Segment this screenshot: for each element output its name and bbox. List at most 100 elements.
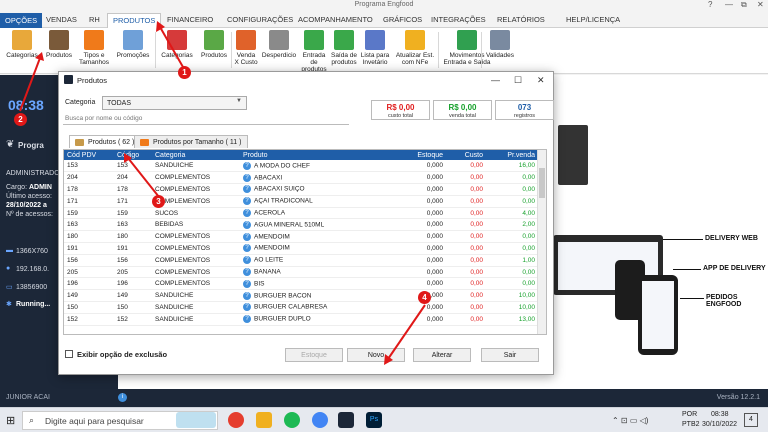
ribbon-desperdicio-button[interactable]: Desperdicio	[260, 30, 298, 59]
sair-button[interactable]: Sair	[481, 348, 539, 362]
menu-tab-acompanhamento[interactable]: ACOMPANHAMENTO	[298, 15, 373, 24]
novo-button[interactable]: Novo	[347, 348, 405, 362]
windows-start-icon[interactable]: ⊞	[6, 414, 15, 427]
taskbar-spotify-icon[interactable]	[284, 412, 300, 428]
table-row[interactable]: 159 159 SUCOS? ACEROLA 0,000 0,00 4,00	[64, 207, 538, 220]
table-row[interactable]: 180 180 COMPLEMENTOS? AMENDOIM 0,000 0,00 0,00	[64, 230, 538, 244]
menu-tab-integracoes[interactable]: INTEGRAÇÕES	[431, 15, 486, 24]
minimize-icon[interactable]: —	[725, 0, 733, 9]
restore-icon[interactable]: ⧉	[741, 0, 747, 10]
acessos-label: Nº de acessos:	[6, 211, 53, 218]
ribbon-categorias-button[interactable]: Categorias	[3, 30, 41, 59]
menu-tab-help-licenca[interactable]: HELP/LICENÇA	[566, 15, 620, 24]
tab-produtos-tamanho[interactable]: Produtos por Tamanho ( 11 )	[134, 135, 249, 148]
table-row[interactable]: 171 171 COMPLEMENTOS? AÇAI TRADICONAL 0,000 0…	[64, 195, 538, 208]
ribbon-promocoes-button[interactable]: Promoções	[113, 30, 153, 59]
ribbon-venda-custo-button[interactable]: Venda X Custo	[233, 30, 259, 66]
table-row[interactable]: 149 149 SANDUICHE? BURGUER BACON 0,000 0,00 10…	[64, 289, 538, 303]
col-header-categoria[interactable]: Categoria	[152, 150, 240, 160]
grocery-icon	[204, 30, 224, 50]
menu-tab-vendas[interactable]: VENDAS	[46, 15, 77, 24]
promo-delivery-web: DELIVERY WEB	[705, 235, 758, 242]
col-header-pr-venda[interactable]: Pr.venda	[486, 150, 538, 160]
table-row[interactable]: 156 156 COMPLEMENTOS? AO LEITE 0,000 0,00 1,00	[64, 254, 538, 267]
table-row[interactable]: 205 205 COMPLEMENTOS? BANANA 0,000 0,00 0,00	[64, 266, 538, 279]
col-header-codigo[interactable]: Código	[114, 150, 152, 160]
table-scrollbar[interactable]	[537, 150, 546, 334]
sizes-icon	[140, 139, 149, 146]
dialog-maximize-icon[interactable]: ☐	[514, 75, 522, 86]
taskbar-photoshop-icon[interactable]: Ps	[366, 412, 382, 428]
cell-custo: 0,00	[446, 195, 486, 208]
menu-tab-rh[interactable]: RH	[89, 15, 100, 24]
ribbon-tipos-tamanhos-button[interactable]: Tipos e Tamanhos	[77, 30, 111, 66]
scrollbar-thumb[interactable]	[539, 168, 545, 198]
cell-estoque: 0,000	[400, 242, 446, 255]
menu-tab-financeiro[interactable]: FINANCEIRO	[167, 15, 213, 24]
ribbon-produtos-2-button[interactable]: Produtos	[198, 30, 230, 59]
dialog-minimize-icon[interactable]: —	[491, 75, 500, 85]
ribbon-categorias-2-button[interactable]: Categorias	[158, 30, 196, 59]
stat-venda-value: R$ 0,00	[448, 103, 477, 112]
language-label[interactable]: POR	[682, 411, 697, 418]
product-help-icon: ?	[243, 209, 251, 218]
ribbon-lista-inventario-button[interactable]: Lista para Invetário	[359, 30, 391, 66]
status-bar: JUNIOR ACAI i Versão 12.2.1	[0, 389, 768, 407]
ribbon-saida-produtos-button[interactable]: Saída de produtos	[330, 30, 358, 66]
taskbar-date[interactable]: 30/10/2022	[702, 421, 737, 428]
taskbar-time[interactable]: 08:38	[711, 411, 729, 418]
cell-produto: ? BURGUER BACON	[240, 289, 400, 303]
menu-tab-opcoes[interactable]: OPÇÕES	[0, 13, 43, 28]
menu-tab-configuracoes[interactable]: CONFIGURAÇÕES	[227, 15, 293, 24]
table-row[interactable]: 191 191 COMPLEMENTOS? AMENDOIM 0,000 0,00 0,00	[64, 242, 538, 255]
system-tray-icons[interactable]: ⌃ ⊡ ▭ ◁)	[612, 416, 648, 425]
menu-tab-produtos[interactable]: PRODUTOS	[107, 13, 162, 29]
info-icon[interactable]: i	[118, 393, 127, 402]
col-header-estoque[interactable]: Estoque	[400, 150, 446, 160]
col-header-custo[interactable]: Custo	[446, 150, 486, 160]
taskbar-folder-icon[interactable]	[256, 412, 272, 428]
cell-codigo: 152	[114, 313, 152, 326]
help-icon[interactable]: ?	[708, 0, 712, 9]
product-search-input[interactable]	[63, 113, 349, 125]
category-select[interactable]: TODAS ▼	[102, 96, 247, 110]
taskbar-opera-icon[interactable]	[228, 412, 244, 428]
table-row[interactable]: 150 150 SANDUICHE? BURGUER CALABRESA 0,000 0,…	[64, 301, 538, 314]
phone-number: 13856900	[16, 284, 48, 291]
ribbon-entrada-produtos-button[interactable]: Entrada de produtos	[299, 30, 329, 73]
col-header-cod-pdv[interactable]: Cód PDV	[64, 150, 114, 160]
ribbon-label: Desperdicio	[261, 52, 297, 59]
table-row[interactable]: 153 153 SANDUICHE? A MODA DO CHEF 0,000 0,00 1…	[64, 160, 538, 173]
table-row[interactable]: 178 178 COMPLEMENTOS? ABACAXI SUIÇO 0,000 0,0…	[64, 183, 538, 196]
notification-icon[interactable]: 4	[744, 413, 758, 427]
windows-taskbar: ⊞ ⌕ Digite aqui para pesquisar Ps ⌃ ⊡ ▭ …	[0, 407, 768, 432]
product-name: ABACAXI SUIÇO	[254, 186, 305, 194]
col-header-produto[interactable]: Produto	[240, 150, 400, 160]
ribbon-atualizar-nfe-button[interactable]: Atualizar Est. com NFe	[393, 30, 437, 66]
cell-pr-venda: 0,00	[486, 277, 538, 291]
exclusion-checkbox[interactable]	[65, 350, 73, 358]
estoque-button[interactable]: Estoque	[285, 348, 343, 362]
taskbar-engfood-icon[interactable]	[338, 412, 354, 428]
table-row[interactable]: 152 152 SANDUICHE? BURGUER DUPLO 0,000 0,00 13…	[64, 313, 538, 326]
tab-produtos[interactable]: Produtos ( 62 )	[69, 135, 142, 148]
ribbon-validades-button[interactable]: Validades	[483, 30, 517, 59]
export-icon	[334, 30, 354, 50]
chevron-down-icon[interactable]: ▼	[234, 98, 244, 108]
menu-tab-relatorios[interactable]: RELATÓRIOS	[497, 15, 545, 24]
table-row[interactable]: 204 204 COMPLEMENTOS? ABACAXI 0,000 0,00 0,00	[64, 171, 538, 185]
keyboard-layout-label[interactable]: PTB2	[682, 421, 700, 428]
alterar-button[interactable]: Alterar	[413, 348, 471, 362]
ribbon-produtos-button[interactable]: Produtos	[43, 30, 75, 59]
menu-tab-graficos[interactable]: GRÁFICOS	[383, 15, 422, 24]
dialog-titlebar: Produtos — ☐ ✕	[59, 72, 553, 88]
close-icon[interactable]: ✕	[757, 0, 764, 9]
table-row[interactable]: 196 196 COMPLEMENTOS? BIS 0,000 0,00 0,00	[64, 277, 538, 291]
table-row[interactable]: 163 163 BEBIDAS? AGUA MINERAL 510ML 0,000 0,0…	[64, 218, 538, 232]
taskbar-chrome-icon[interactable]	[312, 412, 328, 428]
taskbar-weather-icon[interactable]	[176, 412, 216, 428]
cell-estoque: 0,000	[400, 313, 446, 326]
cell-categoria: COMPLEMENTOS	[152, 277, 240, 291]
dialog-close-icon[interactable]: ✕	[537, 75, 545, 86]
cell-pr-venda: 0,00	[486, 183, 538, 196]
